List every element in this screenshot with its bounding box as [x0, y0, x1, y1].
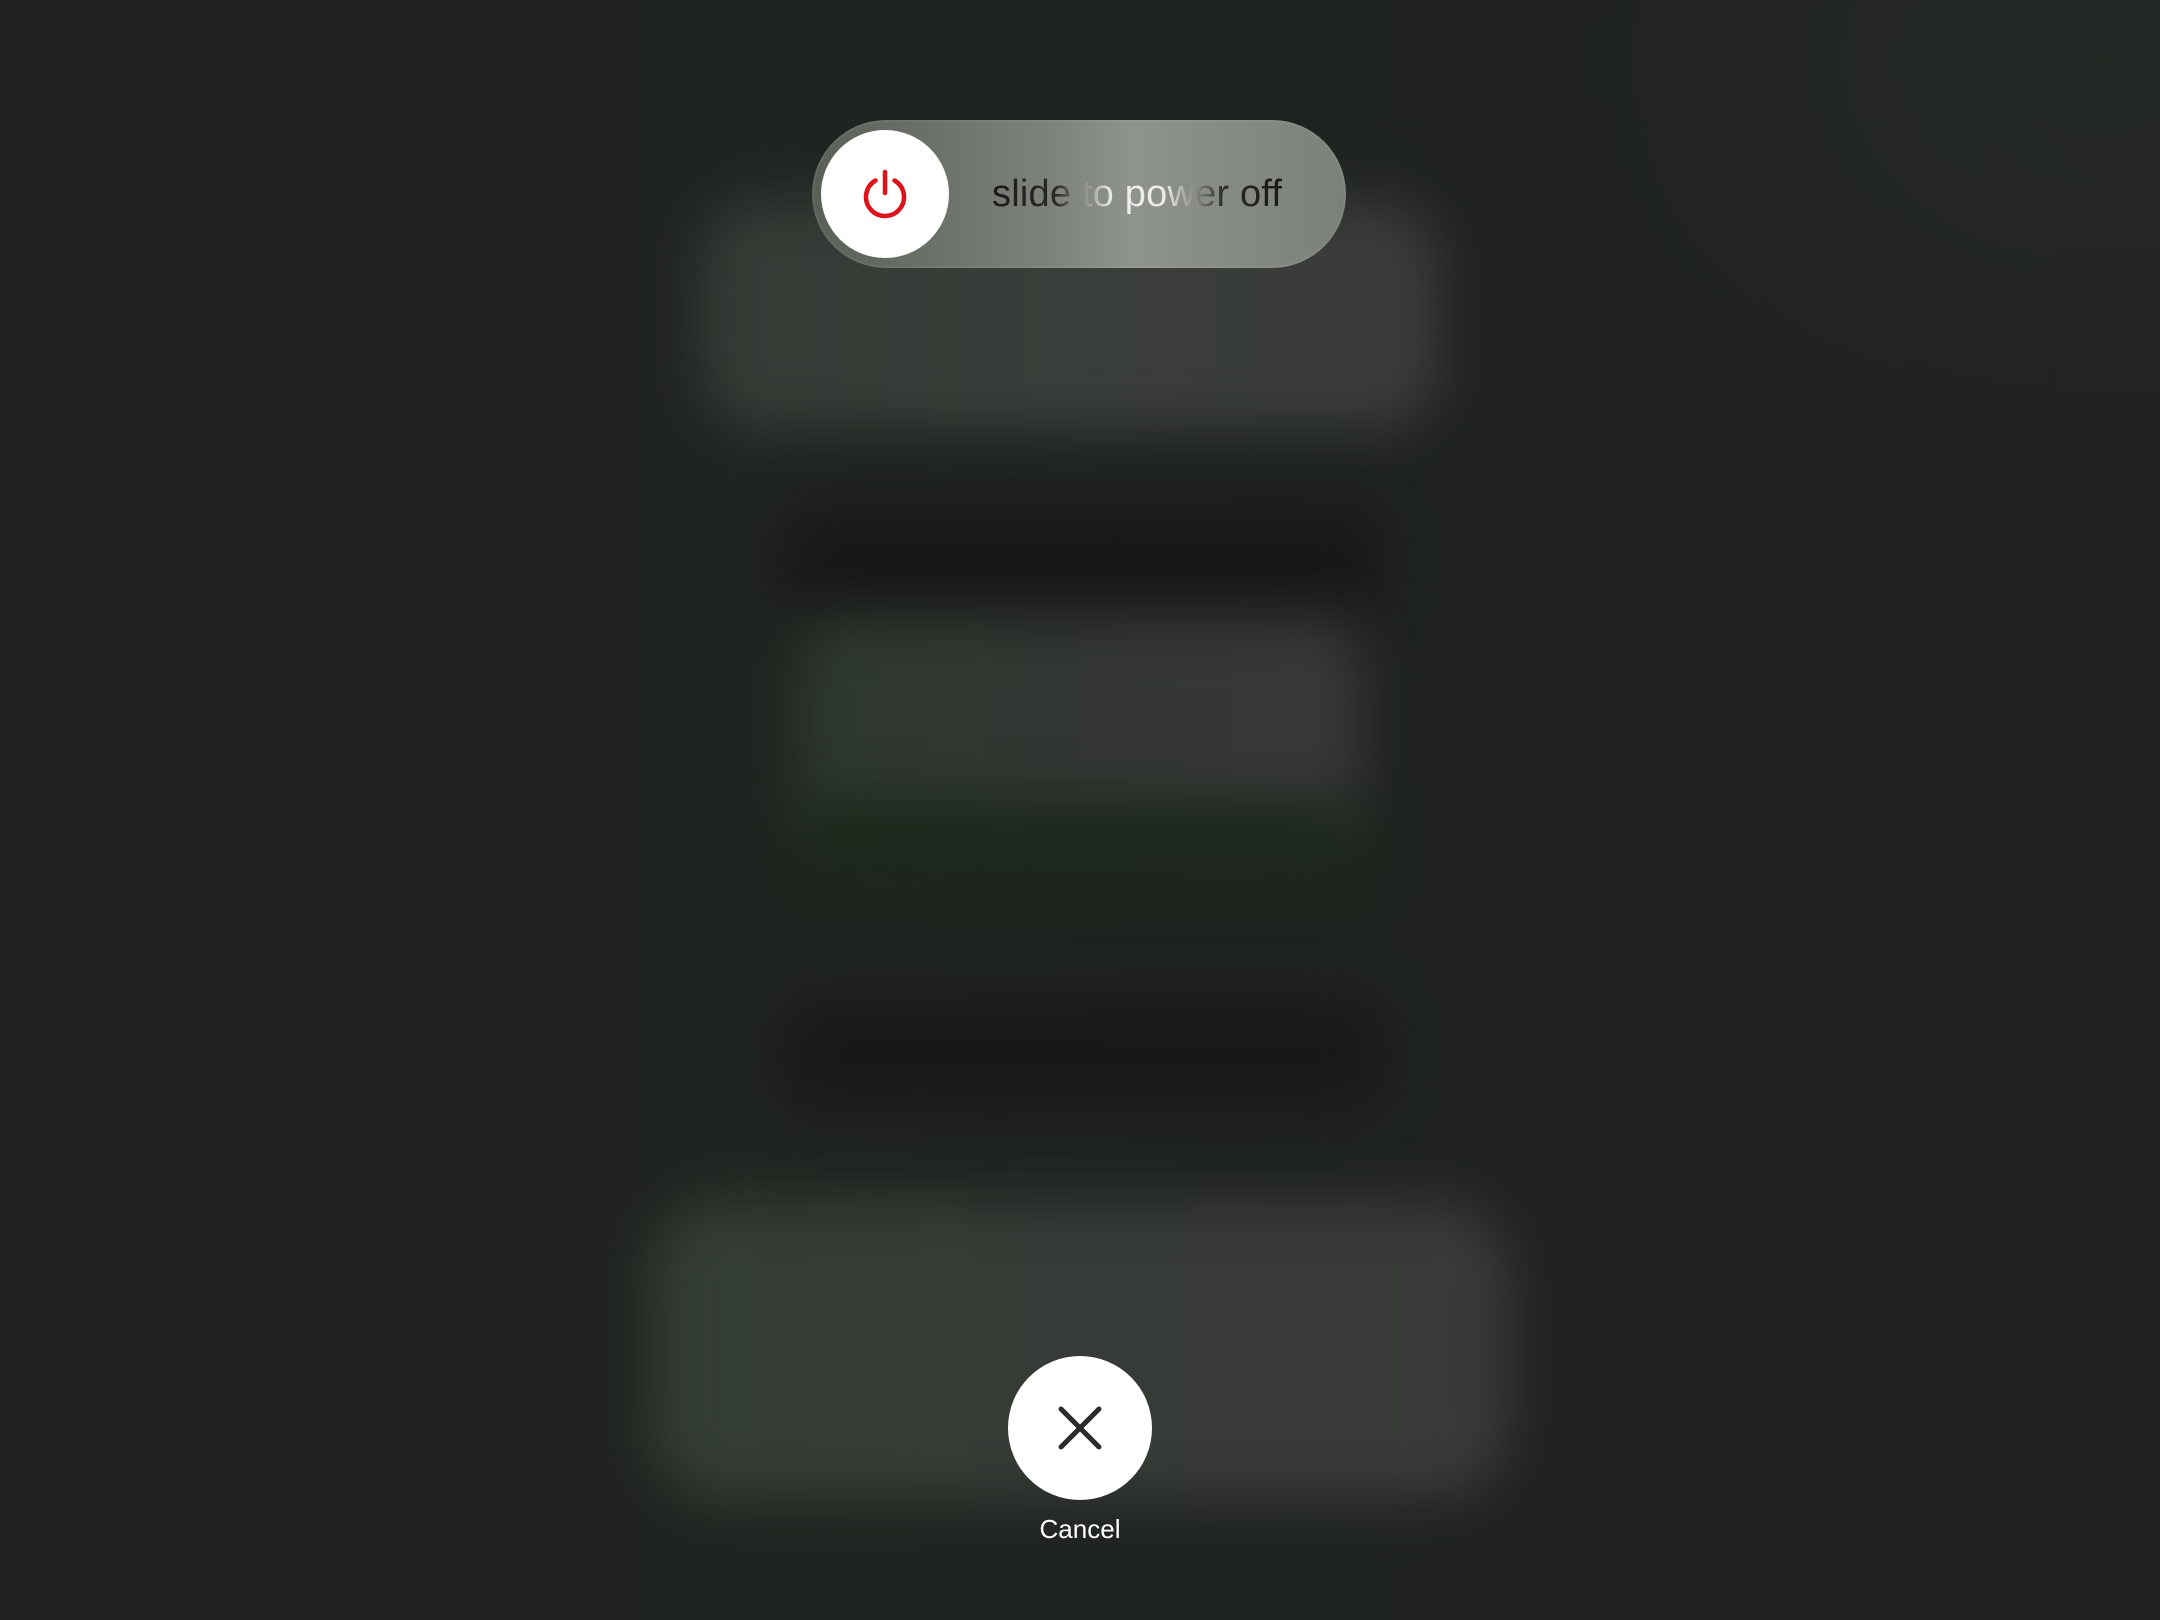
power-off-slider[interactable]: slide to power off [812, 120, 1346, 268]
blurred-background-strip [800, 800, 1360, 880]
close-icon [1058, 1406, 1102, 1450]
blurred-background-bar [780, 510, 1380, 610]
power-off-slider-label: slide to power off [992, 120, 1282, 268]
power-off-screen: slide to power off Cancel [0, 0, 2160, 1620]
power-icon [863, 169, 907, 219]
cancel-button[interactable] [1008, 1356, 1152, 1500]
blurred-background-bar [780, 1000, 1380, 1110]
power-off-slider-knob[interactable] [821, 130, 949, 258]
cancel-label: Cancel [1039, 1514, 1121, 1544]
